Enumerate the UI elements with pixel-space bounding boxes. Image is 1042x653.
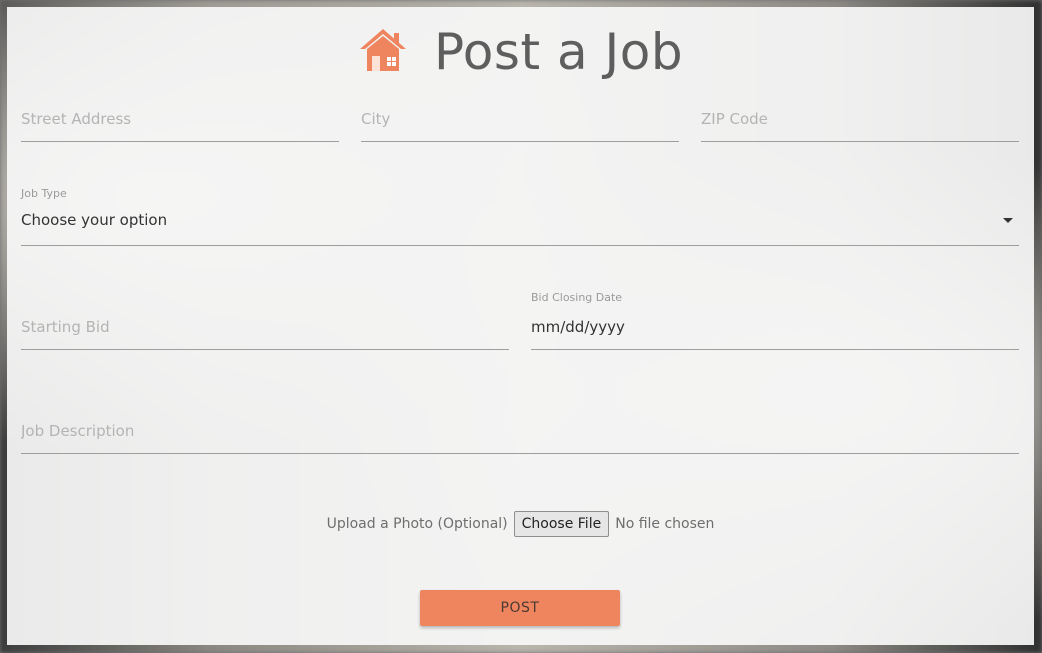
job-description-input[interactable] <box>21 419 1019 443</box>
job-type-select[interactable]: Choose your option <box>21 211 1019 246</box>
file-status: No file chosen <box>615 516 715 532</box>
chevron-down-icon <box>1003 218 1013 223</box>
page-header: Post a Job <box>7 21 1034 83</box>
city-field <box>361 107 679 142</box>
zip-code-field <box>701 107 1019 142</box>
city-input[interactable] <box>361 107 679 131</box>
bid-closing-date-label: Bid Closing Date <box>531 291 623 304</box>
bid-closing-date-value: mm/dd/yyyy <box>531 318 625 336</box>
zip-code-input[interactable] <box>701 107 1019 131</box>
starting-bid-field <box>21 315 509 350</box>
choose-file-button[interactable]: Choose File <box>513 511 610 537</box>
street-address-input[interactable] <box>21 107 339 131</box>
job-description-field <box>21 419 1019 454</box>
post-job-form: Post a Job Job Type Choose your option B… <box>7 7 1034 645</box>
upload-photo-row: Upload a Photo (Optional) Choose File No… <box>7 511 1034 537</box>
house-icon <box>358 27 408 77</box>
upload-photo-label: Upload a Photo (Optional) <box>326 516 508 532</box>
job-type-value: Choose your option <box>21 211 168 229</box>
page-title: Post a Job <box>433 23 684 81</box>
street-address-field <box>21 107 339 142</box>
starting-bid-input[interactable] <box>21 315 509 339</box>
job-type-label: Job Type <box>21 187 67 200</box>
post-button[interactable]: POST <box>420 590 620 626</box>
bid-closing-date-field[interactable]: mm/dd/yyyy <box>531 315 1019 350</box>
